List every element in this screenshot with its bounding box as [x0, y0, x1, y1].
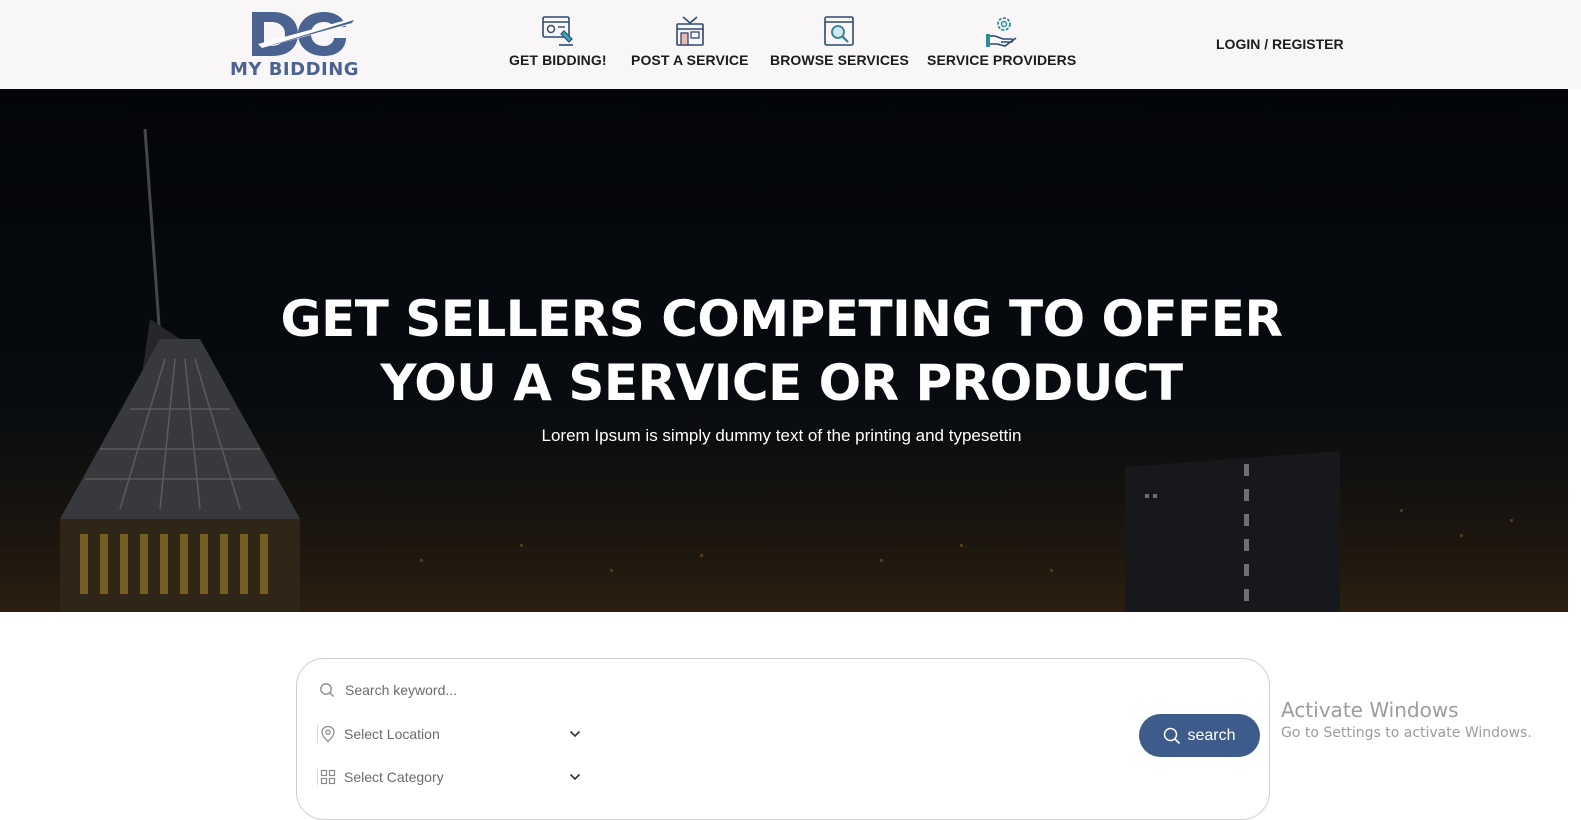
hand-gear-icon — [985, 17, 1017, 47]
hero-banner: GET SELLERS COMPETING TO OFFER YOU A SER… — [0, 89, 1568, 612]
nav-browse-services[interactable]: BROWSE SERVICES — [770, 14, 909, 68]
chevron-down-icon — [569, 773, 581, 781]
location-select[interactable]: Select Location — [317, 725, 582, 743]
site-header: MY BIDDING GET BIDDING! POST A SERVICE B… — [0, 0, 1581, 89]
nav-service-providers[interactable]: SERVICE PROVIDERS — [927, 14, 1076, 68]
login-register-link[interactable]: LOGIN / REGISTER — [1216, 36, 1344, 52]
location-select-label: Select Location — [344, 726, 440, 742]
browse-search-icon — [824, 16, 855, 46]
map-pin-icon — [321, 725, 335, 743]
nav-get-bidding[interactable]: GET BIDDING! — [509, 14, 607, 68]
logo-mark-icon — [252, 12, 354, 56]
hero-title-line-2: YOU A SERVICE OR PRODUCT — [380, 354, 1183, 412]
logo[interactable]: MY BIDDING — [228, 8, 360, 80]
search-button-label: search — [1187, 726, 1236, 744]
category-select[interactable]: Select Category — [317, 769, 582, 785]
grid-icon — [320, 769, 336, 785]
keyword-search-input[interactable] — [343, 681, 747, 699]
watermark-subtitle: Go to Settings to activate Windows. — [1281, 725, 1532, 741]
category-select-label: Select Category — [344, 769, 444, 785]
logo-text: MY BIDDING — [230, 59, 360, 80]
nav-label: GET BIDDING! — [509, 52, 607, 68]
bidding-browser-icon — [542, 16, 573, 46]
search-button[interactable]: search — [1139, 714, 1260, 757]
nav-label: SERVICE PROVIDERS — [927, 52, 1077, 68]
windows-activation-watermark: Activate Windows Go to Settings to activ… — [1281, 698, 1532, 741]
scrollbar-track[interactable] — [1568, 89, 1581, 786]
nav-post-service[interactable]: POST A SERVICE — [631, 14, 749, 68]
hero-title: GET SELLERS COMPETING TO OFFER YOU A SER… — [200, 287, 1363, 415]
hero-title-line-1: GET SELLERS COMPETING TO OFFER — [280, 290, 1283, 348]
watermark-title: Activate Windows — [1281, 698, 1459, 722]
chevron-down-icon — [569, 730, 581, 738]
hero-subtitle: Lorem Ipsum is simply dummy text of the … — [541, 426, 1022, 445]
search-icon — [320, 683, 334, 697]
keyword-row — [319, 681, 747, 699]
search-panel: Select Location Select Category — [296, 658, 1270, 820]
nav-label: BROWSE SERVICES — [770, 52, 909, 68]
nav-label: POST A SERVICE — [631, 52, 749, 68]
search-icon — [1164, 727, 1181, 744]
store-post-icon — [675, 16, 704, 46]
